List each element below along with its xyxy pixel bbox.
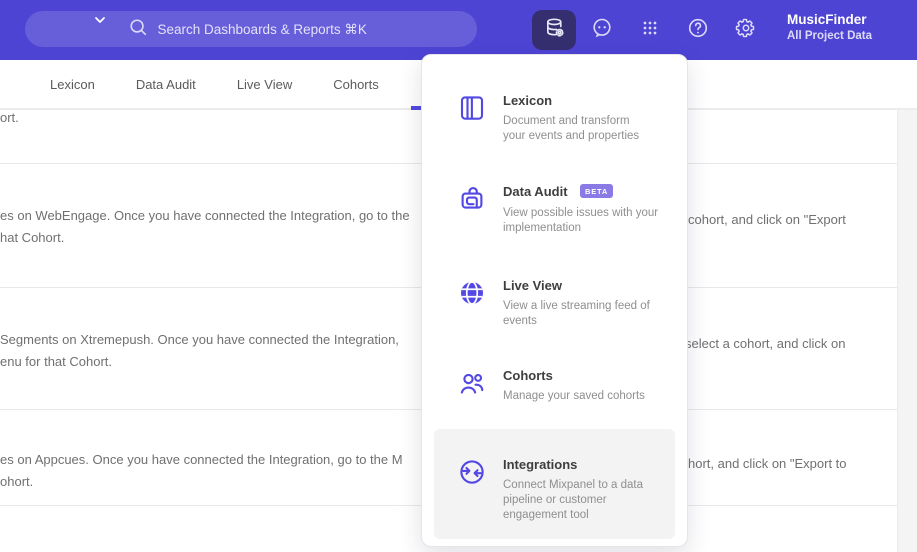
project-subtitle: All Project Data xyxy=(787,30,872,42)
menu-item-integrations[interactable]: Integrations Connect Mixpanel to a data … xyxy=(457,457,661,523)
integrations-sync-icon xyxy=(457,457,487,523)
people-icon xyxy=(457,368,487,404)
menu-item-live-view[interactable]: Live View View a live streaming feed of … xyxy=(457,278,673,329)
settings-button[interactable] xyxy=(724,10,768,50)
app-window: ort. es on WebEngage. Once you have conn… xyxy=(0,0,917,552)
list-row-text: es on WebEngage. Once you have connected… xyxy=(0,208,410,245)
menu-item-description: View possible issues with your implement… xyxy=(503,207,659,234)
menu-item-title: Lexicon xyxy=(503,93,553,108)
beta-badge: BETA xyxy=(579,184,614,198)
menu-item-description: View a live streaming feed of events xyxy=(503,300,650,327)
audit-lock-icon xyxy=(457,183,487,236)
grid-dots-icon xyxy=(638,16,662,45)
list-row-text: ort. xyxy=(0,110,19,125)
list-row-text: es on Appcues. Once you have connected t… xyxy=(0,452,403,489)
search-input[interactable] xyxy=(157,21,376,37)
gear-icon xyxy=(734,16,758,45)
tab-live-view[interactable]: Live View xyxy=(237,77,292,92)
menu-item-title: Live View xyxy=(503,278,563,293)
chevron-down-icon xyxy=(93,13,107,32)
globe-icon xyxy=(457,278,487,329)
lexicon-book-icon xyxy=(457,93,487,144)
project-name: MusicFinder xyxy=(787,12,867,27)
list-row-text: Segments on Xtremepush. Once you have co… xyxy=(0,332,399,369)
search-icon xyxy=(127,16,149,43)
data-management-button[interactable] xyxy=(532,10,576,50)
data-management-dropdown: Lexicon Document and transform your even… xyxy=(421,54,688,547)
menu-item-description: Connect Mixpanel to a data pipeline or c… xyxy=(503,479,644,521)
menu-item-title: Cohorts xyxy=(503,368,553,383)
menu-item-title: Integrations xyxy=(503,457,578,472)
list-row-text: select a cohort, and click on xyxy=(685,336,846,351)
menu-item-title: Data Audit xyxy=(503,184,568,199)
top-navigation-bar: MusicFinder All Project Data xyxy=(0,0,917,60)
menu-item-lexicon[interactable]: Lexicon Document and transform your even… xyxy=(457,93,673,144)
menu-item-description: Document and transform your events and p… xyxy=(503,115,640,142)
menu-item-description: Manage your saved cohorts xyxy=(503,390,645,402)
feedback-button[interactable] xyxy=(580,10,624,50)
tab-cohorts[interactable]: Cohorts xyxy=(333,77,379,92)
apps-grid-button[interactable] xyxy=(628,10,672,50)
list-row-text: hort, and click on "Export to xyxy=(688,456,847,471)
question-mark-icon xyxy=(686,16,710,45)
menu-item-cohorts[interactable]: Cohorts Manage your saved cohorts xyxy=(457,368,673,404)
menu-item-data-audit[interactable]: Data Audit BETA View possible issues wit… xyxy=(457,183,673,236)
project-selector[interactable]: MusicFinder All Project Data xyxy=(787,11,905,51)
tab-lexicon[interactable]: Lexicon xyxy=(50,77,95,92)
help-button[interactable] xyxy=(676,10,720,50)
topbar-icon-cluster xyxy=(532,10,768,50)
tab-data-audit[interactable]: Data Audit xyxy=(136,77,196,92)
scrollbar-track[interactable] xyxy=(897,110,917,552)
database-gear-icon xyxy=(542,15,567,45)
menu-item-integrations-highlight[interactable]: Integrations Connect Mixpanel to a data … xyxy=(434,429,675,539)
chat-bubble-icon xyxy=(590,16,614,45)
list-row-text: cohort, and click on "Export xyxy=(688,212,846,227)
